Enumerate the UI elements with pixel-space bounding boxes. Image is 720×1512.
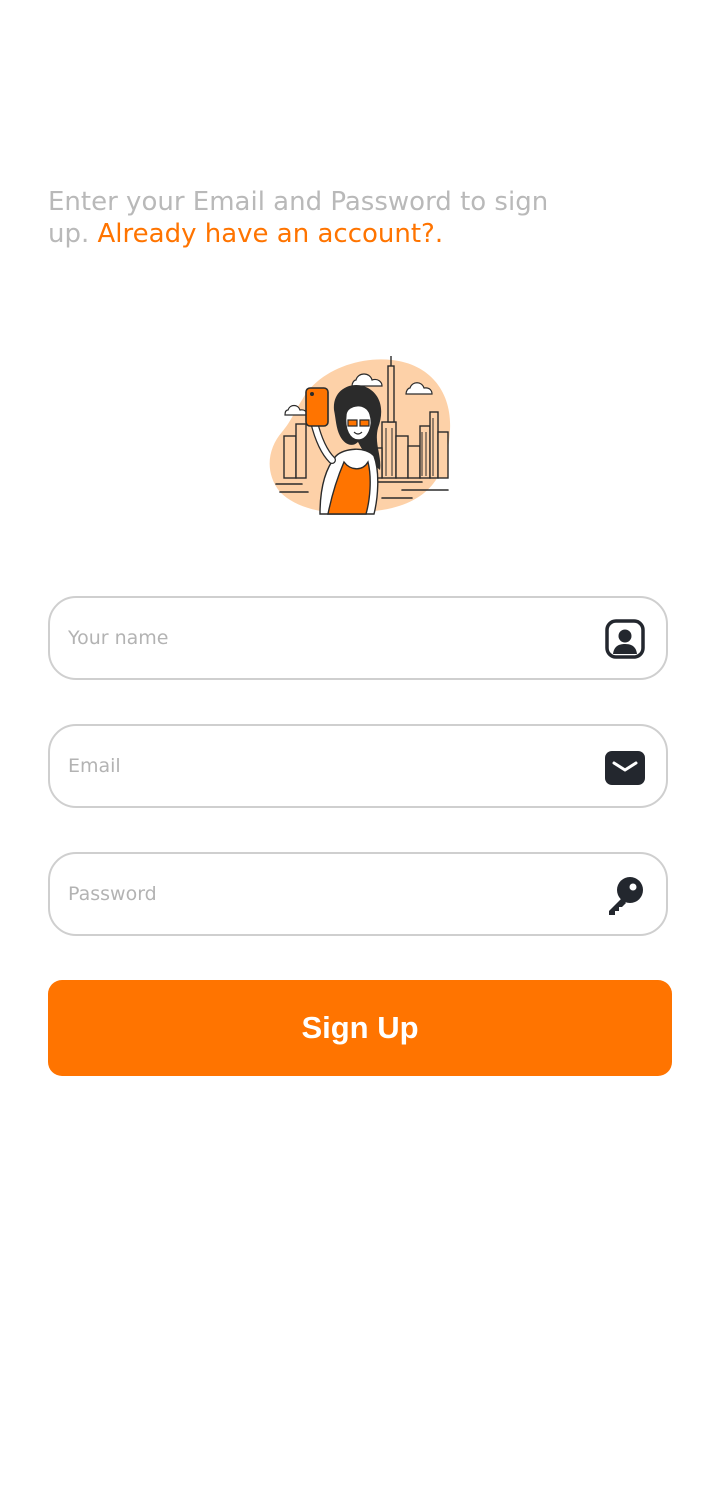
user-profile-icon [604, 618, 646, 660]
woman-selfie-city-illustration [262, 352, 458, 520]
email-input[interactable] [68, 726, 588, 806]
email-field[interactable] [48, 724, 668, 808]
password-field[interactable] [48, 852, 668, 936]
password-input[interactable] [68, 854, 588, 934]
sign-up-screen: Enter your Email and Password to sign up… [0, 0, 720, 1512]
sign-up-button[interactable]: Sign Up [48, 980, 672, 1076]
name-input[interactable] [68, 598, 588, 678]
login-link[interactable]: Already have an account?. [98, 219, 444, 249]
intro-text: Enter your Email and Password to sign up… [48, 186, 568, 250]
key-icon [604, 874, 646, 916]
mail-icon [604, 746, 646, 788]
name-field[interactable] [48, 596, 668, 680]
